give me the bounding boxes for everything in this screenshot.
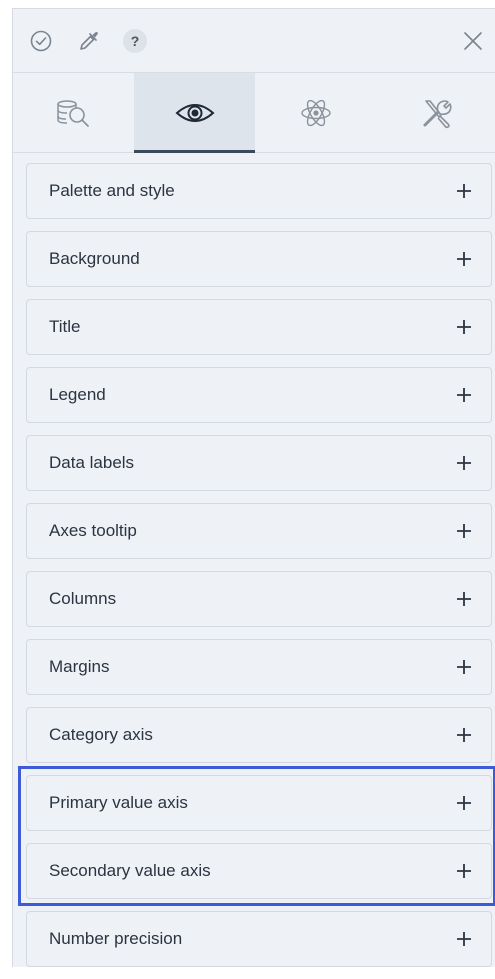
- section-label: Data labels: [49, 453, 135, 472]
- plus-icon: [453, 572, 475, 626]
- plus-icon: [453, 640, 475, 694]
- tab-tools[interactable]: [376, 73, 495, 152]
- panel-toolbar: ?: [13, 9, 495, 73]
- tools-icon: [423, 99, 452, 128]
- section-background[interactable]: Background: [26, 231, 492, 287]
- section-label: Palette and style: [49, 181, 175, 200]
- section-label: Legend: [49, 385, 106, 404]
- tab-visualization[interactable]: [134, 73, 255, 153]
- help-icon[interactable]: ?: [121, 27, 149, 55]
- plus-icon: [453, 164, 475, 218]
- plus-icon: [453, 232, 475, 286]
- section-axes-tooltip[interactable]: Axes tooltip: [26, 503, 492, 559]
- plus-icon: [453, 708, 475, 762]
- plus-icon: [453, 844, 475, 898]
- section-label: Number precision: [49, 929, 183, 948]
- section-margins[interactable]: Margins: [26, 639, 492, 695]
- chart-settings-panel: ? Palette and style Background Title Leg…: [12, 8, 495, 967]
- section-columns[interactable]: Columns: [26, 571, 492, 627]
- tab-data[interactable]: [13, 73, 134, 152]
- eyedropper-icon[interactable]: [75, 27, 103, 55]
- atom-icon: [300, 99, 331, 126]
- check-circle-icon[interactable]: [27, 27, 55, 55]
- settings-tabs: [13, 73, 495, 153]
- section-palette-and-style[interactable]: Palette and style: [26, 163, 492, 219]
- help-badge: ?: [123, 29, 147, 53]
- section-label: Margins: [49, 657, 110, 676]
- plus-icon: [453, 776, 475, 830]
- section-label: Columns: [49, 589, 117, 608]
- data-search-icon: [56, 99, 89, 127]
- plus-icon: [453, 912, 475, 966]
- section-primary-value-axis[interactable]: Primary value axis: [26, 775, 492, 831]
- eye-icon: [174, 103, 215, 122]
- section-label: Background: [49, 249, 140, 268]
- section-label: Title: [49, 317, 81, 336]
- section-secondary-value-axis[interactable]: Secondary value axis: [26, 843, 492, 899]
- plus-icon: [453, 436, 475, 490]
- section-number-precision[interactable]: Number precision: [26, 911, 492, 967]
- section-category-axis[interactable]: Category axis: [26, 707, 492, 763]
- close-icon[interactable]: [459, 27, 487, 55]
- settings-sections: Palette and style Background Title Legen…: [26, 163, 492, 979]
- section-label: Category axis: [49, 725, 153, 744]
- plus-icon: [453, 368, 475, 422]
- section-title[interactable]: Title: [26, 299, 492, 355]
- section-legend[interactable]: Legend: [26, 367, 492, 423]
- section-label: Axes tooltip: [49, 521, 137, 540]
- plus-icon: [453, 300, 475, 354]
- section-label: Primary value axis: [49, 793, 188, 812]
- plus-icon: [453, 504, 475, 558]
- section-label: Secondary value axis: [49, 861, 211, 880]
- tab-advanced[interactable]: [255, 73, 376, 152]
- section-data-labels[interactable]: Data labels: [26, 435, 492, 491]
